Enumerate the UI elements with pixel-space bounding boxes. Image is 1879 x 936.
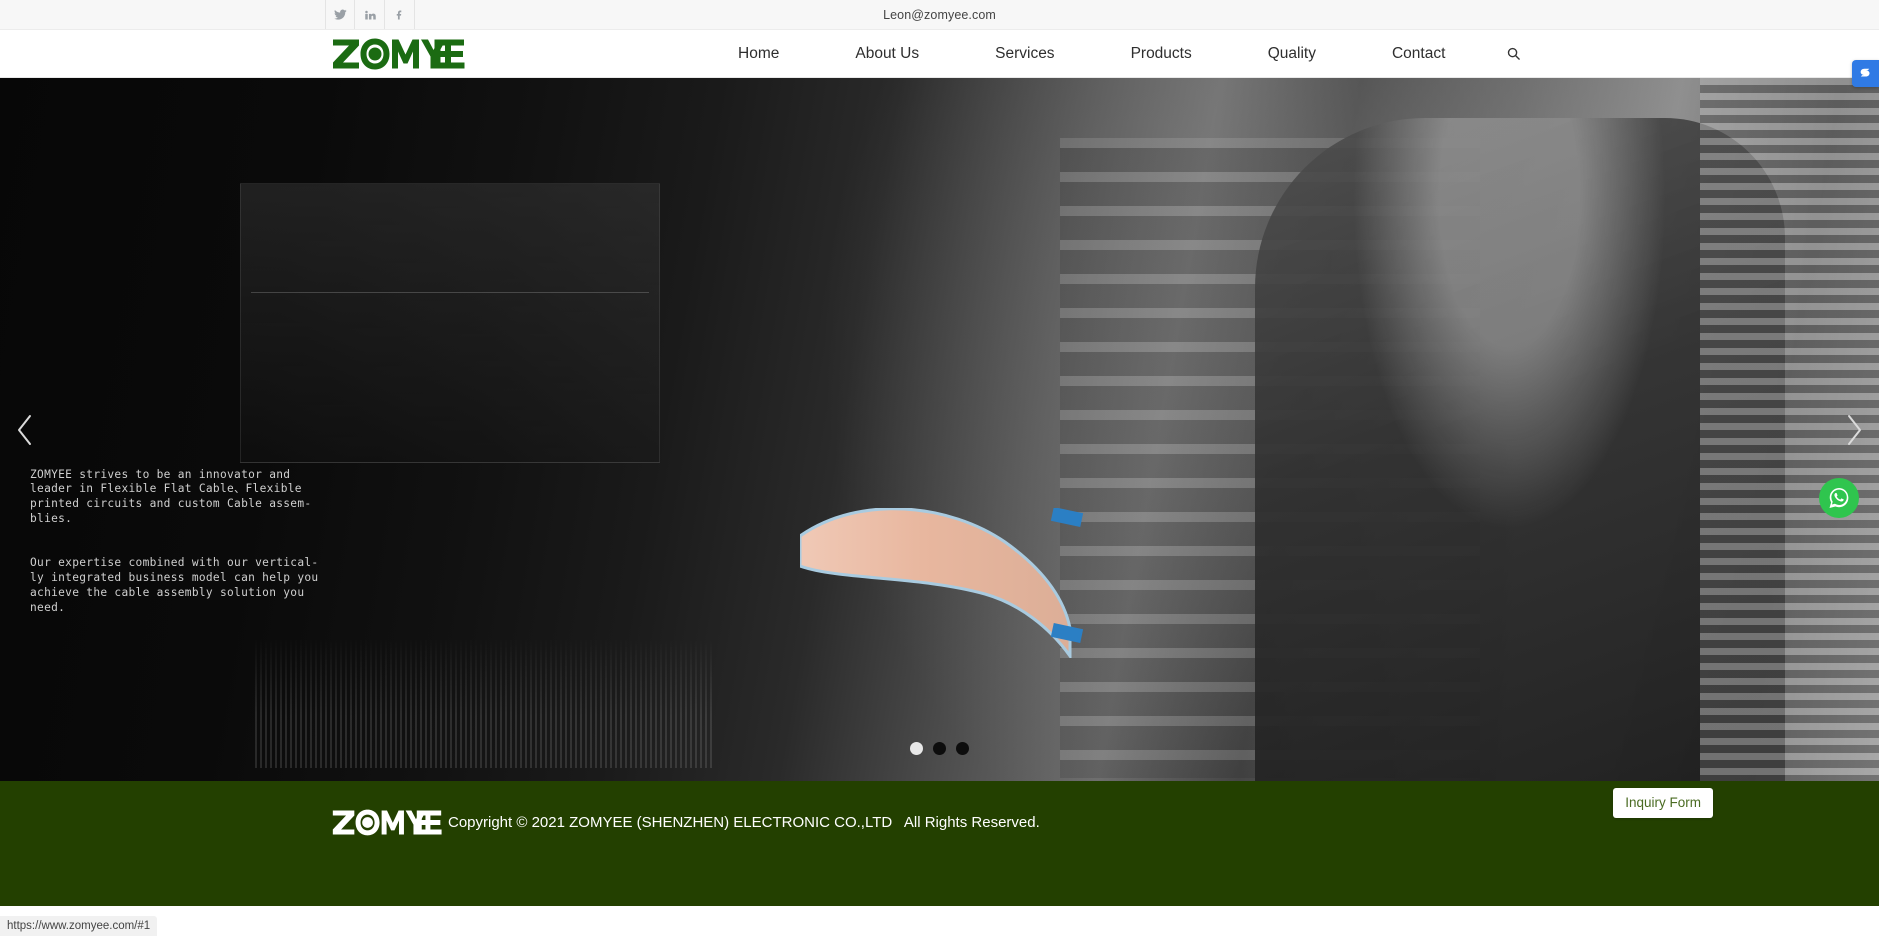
contact-email-text: Leon@zomyee.com [883,7,996,22]
contact-email: Leon@zomyee.com [0,0,1879,29]
main-navigation: Home About Us Services Products Quality … [700,30,1483,77]
footer-copyright: Copyright © 2021 ZOMYEE (SHENZHEN) ELECT… [448,814,1040,831]
site-footer: Copyright © 2021 ZOMYEE (SHENZHEN) ELECT… [0,781,1879,906]
hero-carousel: ZOMYEE strives to be an innovator and le… [0,78,1879,781]
nav-item-services[interactable]: Services [957,30,1092,77]
carousel-dot-3[interactable] [956,742,969,755]
zomyee-logo-mark [333,38,465,70]
whatsapp-icon [1829,488,1849,508]
inquiry-form-button[interactable]: Inquiry Form [1613,788,1713,818]
nav-item-contact[interactable]: Contact [1354,30,1483,77]
chevron-right-icon [1848,414,1861,445]
top-utility-bar: Leon@zomyee.com [0,0,1879,30]
carousel-next-button[interactable] [1829,78,1879,781]
social-links [325,0,415,29]
hero-paragraph-1: ZOMYEE strives to be an innovator and le… [30,467,312,525]
footer-logo[interactable] [332,809,442,836]
status-bar-url: https://www.zomyee.com/#1 [7,920,151,932]
carousel-dot-1[interactable] [910,742,923,755]
carousel-dot-2[interactable] [933,742,946,755]
share-badge-button[interactable] [1852,60,1879,87]
search-button[interactable] [1495,30,1531,77]
carousel-pagination [0,742,1879,755]
hero-monitor-decor [240,183,660,463]
footer-content: Copyright © 2021 ZOMYEE (SHENZHEN) ELECT… [332,809,1040,836]
site-header: Home About Us Services Products Quality … [0,30,1879,78]
zomyee-logo-mark-footer [332,809,442,836]
twitter-icon[interactable] [325,0,355,29]
carousel-prev-button[interactable] [0,78,50,781]
whatsapp-button[interactable] [1819,478,1859,518]
browser-status-bar: https://www.zomyee.com/#1 [0,916,158,936]
browser-page: Leon@zomyee.com Home About Us Services P… [0,0,1879,936]
nav-item-about-us[interactable]: About Us [817,30,957,77]
site-logo[interactable] [332,36,465,72]
nav-item-quality[interactable]: Quality [1230,30,1354,77]
chevron-left-icon [18,414,31,445]
page-bottom-fill [0,906,1879,936]
facebook-icon[interactable] [385,0,415,29]
nav-item-products[interactable]: Products [1093,30,1230,77]
linkedin-icon[interactable] [355,0,385,29]
hero-description: ZOMYEE strives to be an innovator and le… [30,438,330,645]
nav-item-home[interactable]: Home [700,30,817,77]
hero-paragraph-2: Our expertise combined with our vertical… [30,556,319,614]
hero-flat-cable-decor [800,508,1084,658]
share-badge-icon [1860,68,1870,77]
search-icon [1507,47,1520,60]
